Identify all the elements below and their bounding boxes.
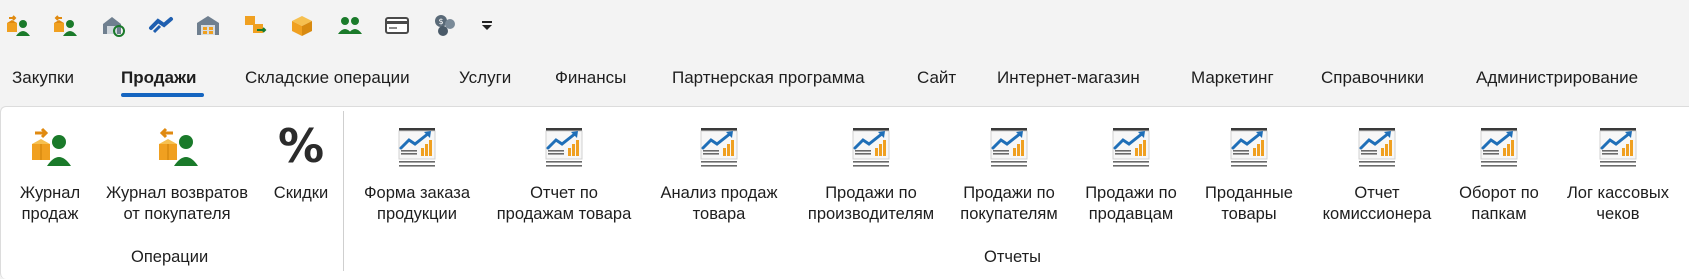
report-chart-icon [1352,121,1402,171]
quick-access-toolbar: $ [0,0,1689,50]
sales-journal-button[interactable]: Журнал продаж [15,121,85,225]
ribbon-panel: Журнал продаж Журнал возвратов от покупа… [0,106,1689,279]
report-by-manufacturers-button[interactable]: Продажи по производителям [798,121,944,225]
users-group-icon[interactable] [335,10,365,40]
report-by-customers-button[interactable]: Продажи по покупателям [953,121,1065,225]
dropdown-arrow-icon[interactable] [472,10,502,40]
report-sales-analysis-label: Анализ продаж товара [660,184,778,223]
report-sold-goods-button[interactable]: Проданные товары [1197,121,1301,225]
tab-partner-program[interactable]: Партнерская программа [672,68,865,88]
returns-journal-label: Журнал возвратов от покупателя [106,184,248,223]
report-chart-icon [1593,121,1643,171]
handshake-icon[interactable] [146,10,176,40]
report-order-form-label: Форма заказа продукции [363,184,471,223]
box-user-icon[interactable] [3,10,33,40]
warehouse-icon[interactable] [193,10,223,40]
active-tab-indicator [121,93,204,97]
tab-warehouse-ops[interactable]: Складские операции [245,68,410,88]
report-product-sales-label: Отчет по продажам товара [496,184,632,223]
report-by-customers-label: Продажи по покупателям [960,184,1058,223]
tab-prodazhi[interactable]: Продажи [121,68,197,88]
discounts-button[interactable]: % Скидки [267,121,335,204]
report-folder-turnover-button[interactable]: Оборот по папкам [1451,121,1547,225]
box-transfer-icon[interactable] [240,10,270,40]
report-sold-goods-label: Проданные товары [1205,184,1293,223]
returns-journal-icon [152,121,202,171]
group-separator [343,111,344,271]
report-chart-icon [392,121,442,171]
report-product-sales-button[interactable]: Отчет по продажам товара [488,121,640,225]
warehouse-cycle-icon[interactable] [98,10,128,40]
report-commissioner-label: Отчет комиссионера [1322,184,1432,223]
tab-online-store[interactable]: Интернет-магазин [997,68,1140,88]
sales-journal-icon [25,121,75,171]
ribbon-tabs: Закупки Продажи Складские операции Услуг… [0,60,1689,102]
group-label-reports: Отчеты [984,248,1042,266]
currency-icon[interactable]: $ [430,10,460,40]
tab-site[interactable]: Сайт [917,68,956,88]
discounts-label: Скидки [273,184,329,202]
box-user-return-icon[interactable] [50,10,80,40]
svg-text:$: $ [438,17,443,26]
card-icon[interactable] [382,10,412,40]
report-by-sellers-label: Продажи по продавцам [1085,184,1177,223]
report-sales-analysis-button[interactable]: Анализ продаж товара [652,121,786,225]
report-chart-icon [984,121,1034,171]
group-label-operations: Операции [131,248,209,266]
report-order-form-button[interactable]: Форма заказа продукции [355,121,479,225]
report-chart-icon [1106,121,1156,171]
report-cash-receipts-log-button[interactable]: Лог кассовых чеков [1556,121,1680,225]
percent-icon: % [277,119,325,173]
report-chart-icon [846,121,896,171]
tab-administration[interactable]: Администрирование [1476,68,1638,88]
report-chart-icon [1224,121,1274,171]
boxes-icon[interactable] [287,10,317,40]
report-chart-icon [694,121,744,171]
report-by-manufacturers-label: Продажи по производителям [807,184,935,223]
tab-finance[interactable]: Финансы [555,68,626,88]
tab-zakupki[interactable]: Закупки [12,68,74,88]
report-chart-icon [1474,121,1524,171]
returns-journal-button[interactable]: Журнал возвратов от покупателя [97,121,257,225]
report-folder-turnover-label: Оборот по папкам [1459,184,1539,223]
report-by-sellers-button[interactable]: Продажи по продавцам [1075,121,1187,225]
report-cash-receipts-log-label: Лог кассовых чеков [1566,184,1670,223]
tab-services[interactable]: Услуги [459,68,511,88]
tab-directories[interactable]: Справочники [1321,68,1424,88]
report-chart-icon [539,121,589,171]
tab-marketing[interactable]: Маркетинг [1191,68,1274,88]
report-commissioner-button[interactable]: Отчет комиссионера [1311,121,1443,225]
sales-journal-label: Журнал продаж [19,184,81,223]
